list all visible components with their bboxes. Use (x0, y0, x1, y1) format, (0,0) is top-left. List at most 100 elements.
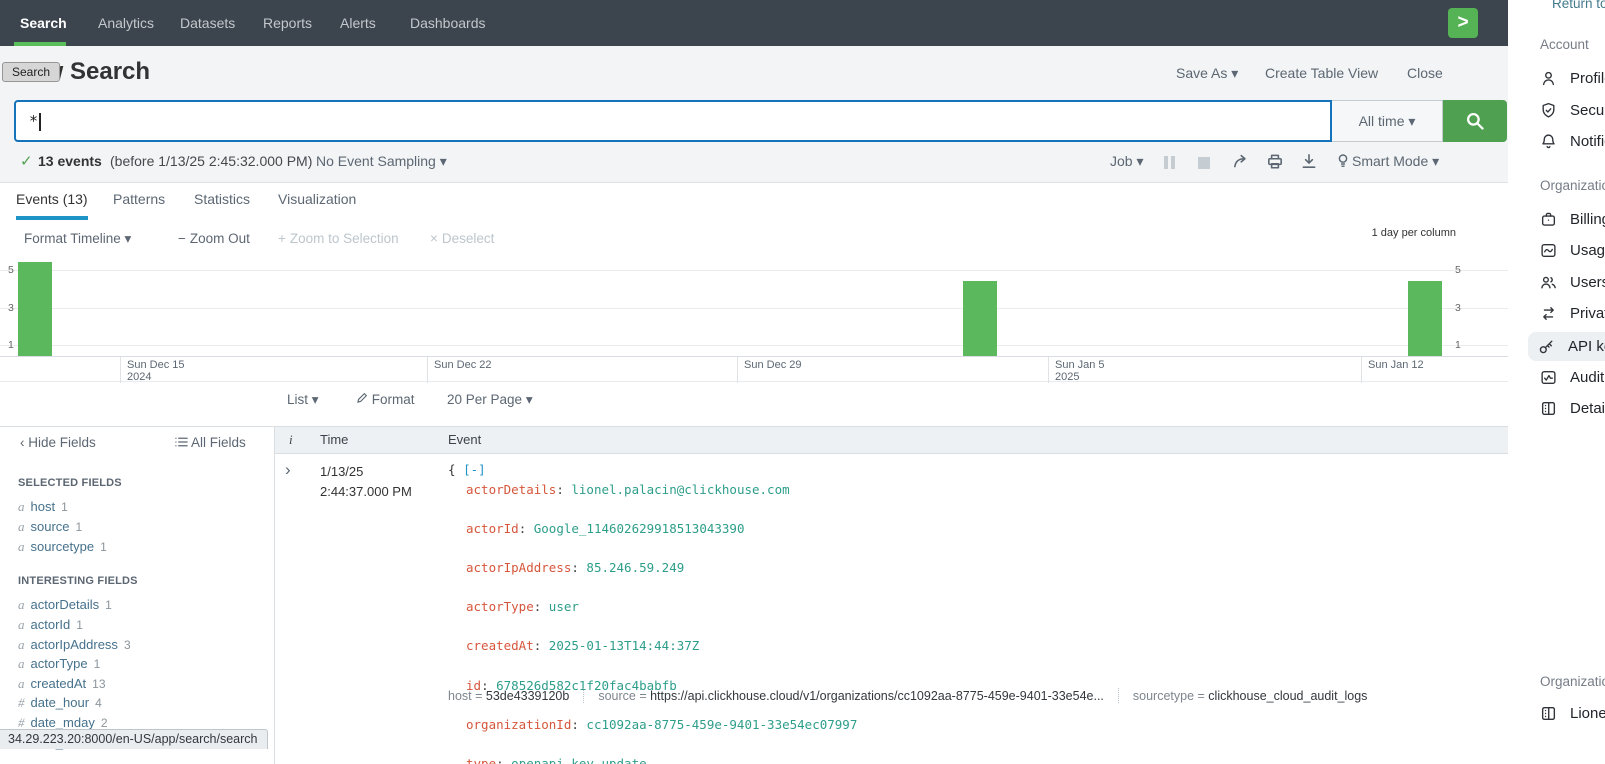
print-icon[interactable] (1266, 152, 1284, 170)
hide-fields-button[interactable]: ‹ Hide Fields (20, 435, 96, 450)
job-bar: ✓ 13 events (before 1/13/25 2:45:32.000 … (0, 142, 1508, 182)
field-item-actorIpAddress[interactable]: aactorIpAddress3 (18, 637, 131, 657)
events-table-header: i Time Event (275, 426, 1508, 454)
time-range-picker[interactable]: All time ▾ (1332, 100, 1443, 142)
tab-visualization[interactable]: Visualization (278, 191, 356, 216)
zoom-out-button[interactable]: −Zoom Out (178, 231, 250, 246)
y-axis-label: 3 (8, 302, 14, 314)
menu-item-api-keys[interactable]: API keys (1528, 332, 1605, 361)
stop-job-icon[interactable] (1198, 157, 1210, 169)
close-button[interactable]: Close (1407, 65, 1443, 81)
field-type-prefix: a (18, 499, 25, 514)
organization-section-header: Organization (1540, 178, 1605, 193)
menu-item-users[interactable]: Users (1540, 274, 1605, 291)
search-mode-dropdown[interactable]: Smart Mode ▾ (1352, 153, 1439, 170)
search-submit-button[interactable] (1443, 100, 1507, 142)
meta-sourcetype[interactable]: sourcetypeclickhouse_cloud_audit_logs (1133, 689, 1368, 703)
users-icon (1540, 274, 1557, 291)
timeline-bar[interactable] (963, 281, 997, 356)
tab-events[interactable]: Events (13) (16, 191, 88, 220)
nav-item-analytics[interactable]: Analytics (98, 0, 154, 46)
timeline-bar[interactable] (1408, 281, 1442, 356)
menu-item-usage[interactable]: Usage (1540, 242, 1605, 259)
per-page-dropdown[interactable]: 20 Per Page ▾ (447, 392, 533, 408)
meta-source[interactable]: sourcehttps://api.clickhouse.cloud/v1/or… (598, 689, 1104, 703)
menu-item-private-endpoints[interactable]: Private (1540, 305, 1605, 322)
events-table: i Time Event › 1/13/252:44:37.000 PM { [… (275, 426, 1508, 764)
billing-icon (1540, 211, 1557, 228)
field-item-actorDetails[interactable]: aactorDetails1 (18, 597, 112, 617)
magnifier-icon (1465, 111, 1485, 131)
browser-status-url: 34.29.223.20:8000/en-US/app/search/searc… (0, 729, 268, 749)
nav-item-dashboards[interactable]: Dashboards (410, 0, 486, 46)
menu-item-organization-lionel[interactable]: Lionel (1540, 705, 1605, 722)
selected-fields-header: SELECTED FIELDS (18, 477, 122, 489)
field-item-actorType[interactable]: aactorType1 (18, 656, 100, 676)
menu-item-audit[interactable]: Audit (1540, 369, 1604, 386)
splunk-window: Search Analytics Datasets Reports Alerts… (0, 0, 1508, 764)
field-item-sourcetype[interactable]: asourcetype1 (18, 539, 107, 559)
gridline (0, 345, 1508, 346)
event-count-detail: (before 1/13/25 2:45:32.000 PM) (110, 153, 312, 169)
timeline-axis: Sun Dec 152024Sun Dec 22Sun Dec 29Sun Ja… (0, 356, 1508, 382)
search-input[interactable]: * (14, 100, 1332, 142)
tab-patterns[interactable]: Patterns (113, 191, 165, 216)
audit-pulse-icon (1540, 369, 1557, 386)
list-view-dropdown[interactable]: List ▾ (287, 392, 319, 408)
json-value: lionel.palacin@clickhouse.com (571, 482, 789, 497)
menu-item-notifications[interactable]: Notifications (1540, 133, 1605, 150)
json-value: cc1092aa-8775-459e-9401-33e54ec07997 (586, 717, 857, 732)
format-timeline-dropdown[interactable]: Format Timeline ▾ (24, 231, 131, 247)
zoom-to-selection-button[interactable]: +Zoom to Selection (278, 231, 399, 246)
menu-item-profile[interactable]: Profile (1540, 70, 1605, 87)
splunk-logo-icon[interactable]: > (1448, 8, 1478, 38)
field-item-source[interactable]: asource1 (18, 519, 82, 539)
column-info: i (289, 432, 293, 448)
save-as-button[interactable]: Save As ▾ (1176, 65, 1238, 82)
json-key: actorIpAddress (466, 560, 586, 575)
job-menu[interactable]: Job ▾ (1110, 153, 1144, 170)
smart-mode-bulb-icon (1336, 153, 1350, 169)
menu-item-billing[interactable]: Billing (1540, 211, 1605, 228)
share-icon[interactable] (1232, 152, 1250, 170)
timeline-bar[interactable] (18, 262, 52, 356)
json-value: user (549, 599, 579, 614)
event-sampling-dropdown[interactable]: No Event Sampling ▾ (316, 153, 447, 170)
return-to-link[interactable]: Return to (1552, 0, 1605, 11)
y-axis-label: 1 (8, 339, 14, 351)
field-item-createdAt[interactable]: acreatedAt13 (18, 676, 106, 696)
json-value: openapi_key_update (511, 756, 646, 764)
nav-item-search[interactable]: Search (20, 0, 67, 46)
expand-event-icon[interactable]: › (285, 461, 291, 478)
nav-item-datasets[interactable]: Datasets (180, 0, 235, 46)
x-axis-tick: Sun Dec 22 (427, 357, 491, 383)
field-type-prefix: a (18, 617, 25, 632)
field-item-date_hour[interactable]: #date_hour4 (18, 695, 102, 715)
field-item-host[interactable]: ahost1 (18, 499, 68, 519)
export-download-icon[interactable] (1300, 152, 1318, 170)
nav-item-alerts[interactable]: Alerts (340, 0, 376, 46)
menu-item-details[interactable]: Details (1540, 400, 1605, 417)
timeline-chart[interactable]: 553311 (0, 259, 1508, 356)
format-results-button[interactable]: Format (355, 392, 415, 407)
deselect-button[interactable]: ×Deselect (430, 231, 494, 246)
all-fields-button[interactable]: All Fields (175, 435, 246, 450)
divider (1118, 688, 1119, 703)
collapse-json-link[interactable]: [-] (463, 462, 486, 477)
y-axis-label: 5 (8, 264, 14, 276)
caret-down-icon: ▾ (1432, 153, 1439, 169)
caret-down-icon: ▾ (312, 392, 319, 407)
menu-item-security[interactable]: Security (1540, 102, 1605, 119)
nav-item-reports[interactable]: Reports (263, 0, 312, 46)
x-icon: × (430, 231, 438, 246)
pause-job-icon[interactable] (1164, 156, 1176, 169)
tab-statistics[interactable]: Statistics (194, 191, 250, 216)
field-item-actorId[interactable]: aactorId1 (18, 617, 83, 637)
field-type-prefix: a (18, 656, 25, 671)
meta-host[interactable]: host53de4339120b (448, 689, 569, 703)
column-event: Event (448, 432, 481, 447)
json-key: actorId (466, 521, 534, 536)
gridline (0, 270, 1508, 271)
create-table-view-button[interactable]: Create Table View (1265, 65, 1378, 81)
y-axis-label: 3 (1455, 302, 1461, 314)
